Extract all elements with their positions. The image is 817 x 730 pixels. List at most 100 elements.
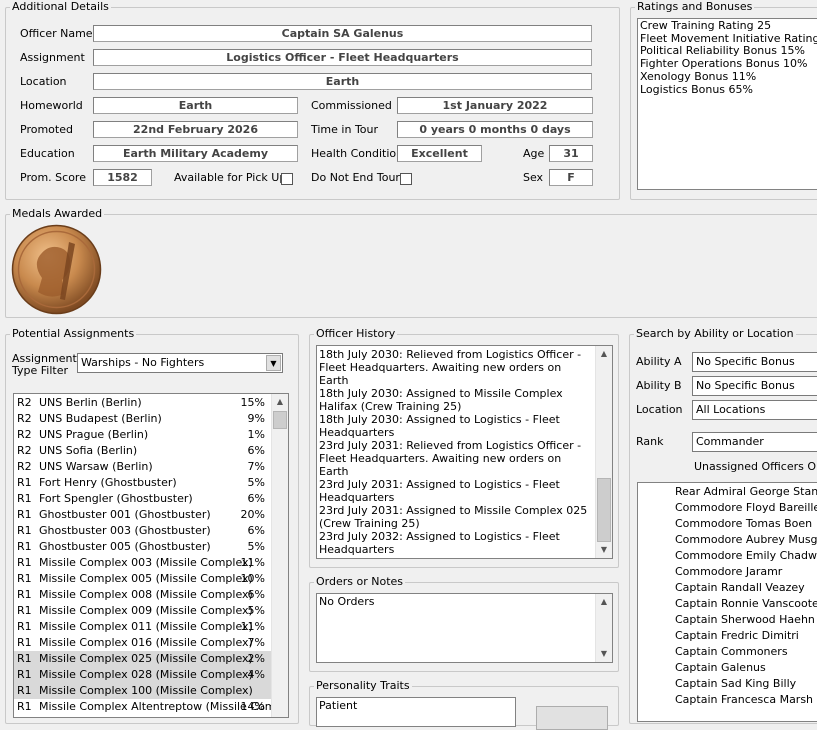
assignment-rank: R2 [17, 428, 32, 441]
assignment-row[interactable]: R1 Missile Complex 025 (Missile Complex) 2… [14, 651, 271, 667]
potential-assignments-list[interactable]: R2 UNS Berlin (Berlin) 15% R2 UNS Budapest (… [13, 393, 289, 718]
ratings-item: Xenology Bonus 11% [640, 69, 757, 83]
assignment-row[interactable]: R1 Missile Complex 003 (Missile Complex) 1… [14, 555, 271, 571]
rank-select[interactable]: Commander [692, 432, 817, 452]
officer-list-item[interactable]: Commodore Floyd Bareilles [638, 500, 817, 516]
assignment-row[interactable]: R1 Missile Complex Altentreptow (Missile … [14, 699, 275, 715]
assignment-row[interactable]: R1 Fort Spengler (Ghostbuster) 6% [14, 491, 271, 507]
assignment-field: Logistics Officer - Fleet Headquarters [93, 49, 592, 66]
do-not-end-label: Do Not End Tour [311, 171, 400, 184]
officer-history-caption: Officer History [314, 327, 398, 341]
history-entry: 23rd July 2031: Relieved from Logistics … [319, 439, 582, 478]
scroll-down-icon[interactable]: ▼ [596, 646, 612, 662]
traits-button[interactable] [536, 706, 608, 730]
assignment-row[interactable]: R2 UNS Prague (Berlin) 1% [14, 427, 271, 443]
assignment-row[interactable]: R1 Ghostbuster 001 (Ghostbuster) 20% [14, 507, 271, 523]
assignment-percent: 14% [240, 700, 265, 713]
commissioned-label: Commissioned [311, 99, 392, 112]
history-entry: 23rd July 2032: Relieved from Logistics … [319, 556, 592, 558]
officer-list-item[interactable]: Captain Ronnie Vanscooter [638, 596, 817, 612]
assignment-row[interactable]: R1 Missile Complex 008 (Missile Complex) 6… [14, 587, 271, 603]
scroll-up-icon[interactable]: ▲ [596, 594, 612, 610]
officer-list-item[interactable]: Captain Randall Veazey [638, 580, 817, 596]
officer-list-item[interactable]: Commodore Emily Chadwick [638, 548, 817, 564]
assignment-rank: R1 [17, 588, 32, 601]
ability-a-select[interactable]: No Specific Bonus [692, 352, 817, 372]
traits-list[interactable]: Patient [316, 697, 516, 727]
assignment-row[interactable]: R1 Missile Complex 100 (Missile Complex) [14, 683, 271, 699]
do-not-end-checkbox[interactable] [400, 173, 412, 185]
assignment-row[interactable]: R1 Missile Complex 028 (Missile Complex) 4… [14, 667, 271, 683]
assignment-row[interactable]: R1 Missile Complex 009 (Missile Complex) 5… [14, 603, 271, 619]
ability-b-label: Ability B [636, 379, 682, 392]
officer-list-item[interactable]: Captain Sherwood Haehn [638, 612, 817, 628]
potential-rows: R2 UNS Berlin (Berlin) 15% R2 UNS Budapest (… [14, 395, 275, 715]
scroll-up-icon[interactable]: ▲ [596, 346, 612, 362]
history-scrollbar[interactable]: ▲ ▼ [595, 346, 612, 558]
ratings-list: Crew Training Rating 25 Fleet Movement I… [637, 18, 817, 190]
assignment-rank: R1 [17, 604, 32, 617]
assignment-name: Missile Complex 003 (Missile Complex) [39, 556, 253, 569]
commissioned-field: 1st January 2022 [397, 97, 593, 114]
officer-name-field: Captain SA Galenus [93, 25, 592, 42]
potential-scrollbar[interactable]: ▲ [271, 394, 288, 717]
officer-list-item[interactable]: Captain Fredric Dimitri [638, 628, 817, 644]
chevron-down-icon[interactable]: ▼ [266, 355, 281, 371]
assignment-percent: 11% [240, 620, 265, 633]
assignment-row[interactable]: R1 Ghostbuster 003 (Ghostbuster) 6% [14, 523, 271, 539]
orders-scrollbar[interactable]: ▲ ▼ [595, 594, 612, 662]
scroll-thumb[interactable] [273, 411, 287, 429]
officer-history-list[interactable]: 18th July 2030: Relieved from Logistics … [316, 345, 613, 559]
scroll-down-icon[interactable]: ▼ [596, 542, 612, 558]
assignment-row[interactable]: R1 Missile Complex 016 (Missile Complex) 7… [14, 635, 271, 651]
assignment-percent: 6% [247, 492, 265, 505]
assignment-name: UNS Sofia (Berlin) [39, 444, 138, 457]
assignment-rank: R2 [17, 460, 32, 473]
officer-list-item[interactable]: Commodore Tomas Boen [638, 516, 817, 532]
assignment-rank: R1 [17, 476, 32, 489]
search-location-label: Location [636, 403, 683, 416]
scroll-thumb[interactable] [597, 478, 611, 542]
officer-list-item[interactable]: Commodore Aubrey Musgrove [638, 532, 817, 548]
officer-list-item[interactable]: Captain Francesca Marsh [638, 692, 817, 708]
assignment-row[interactable]: R2 UNS Warsaw (Berlin) 7% [14, 459, 271, 475]
assignment-row[interactable]: R2 UNS Berlin (Berlin) 15% [14, 395, 271, 411]
education-field: Earth Military Academy [93, 145, 298, 162]
assignment-row[interactable]: R1 Ghostbuster 005 (Ghostbuster) 5% [14, 539, 271, 555]
officer-list-item[interactable]: Captain Galenus [638, 660, 817, 676]
assignment-name: Missile Complex 100 (Missile Complex) [39, 684, 253, 697]
orders-textarea[interactable]: No Orders ▲ ▼ [316, 593, 613, 663]
officer-list[interactable]: Rear Admiral George StansberCommodore Fl… [637, 482, 817, 722]
assignment-name: Missile Complex 009 (Missile Complex) [39, 604, 253, 617]
search-location-select[interactable]: All Locations [692, 400, 817, 420]
officer-list-item[interactable]: Captain Commoners [638, 644, 817, 660]
assignment-row[interactable]: R2 UNS Sofia (Berlin) 6% [14, 443, 271, 459]
assignment-rank: R2 [17, 412, 32, 425]
assignment-row[interactable]: R1 Missile Complex 005 (Missile Complex) 1… [14, 571, 271, 587]
assignment-rank: R1 [17, 572, 32, 585]
assignment-row[interactable]: R1 Fort Henry (Ghostbuster) 5% [14, 475, 271, 491]
available-checkbox[interactable] [281, 173, 293, 185]
history-entries: 18th July 2030: Relieved from Logistics … [319, 348, 592, 558]
prom-score-field: 1582 [93, 169, 152, 186]
medal-image [11, 224, 102, 315]
medals-caption: Medals Awarded [10, 207, 105, 221]
scroll-up-icon[interactable]: ▲ [272, 394, 288, 410]
assignment-row[interactable]: R2 UNS Budapest (Berlin) 9% [14, 411, 271, 427]
ability-a-label: Ability A [636, 355, 682, 368]
officer-list-item[interactable]: Rear Admiral George Stansber [638, 484, 817, 500]
assignment-rank: R2 [17, 396, 32, 409]
trait-item: Patient [319, 699, 358, 712]
prom-score-label: Prom. Score [20, 171, 86, 184]
assignment-row[interactable]: R1 Missile Complex 011 (Missile Complex) 1… [14, 619, 271, 635]
promoted-label: Promoted [20, 123, 73, 136]
assignment-type-filter[interactable]: Warships - No Fighters ▼ [77, 353, 283, 373]
officer-list-item[interactable]: Commodore Jaramr [638, 564, 817, 580]
ability-b-select[interactable]: No Specific Bonus [692, 376, 817, 396]
rank-label: Rank [636, 435, 664, 448]
assignment-label: Assignment [20, 51, 85, 64]
assignment-rank: R1 [17, 524, 32, 537]
assignment-percent: 7% [247, 636, 265, 649]
officer-list-item[interactable]: Captain Sad King Billy [638, 676, 817, 692]
sex-label: Sex [523, 171, 544, 184]
